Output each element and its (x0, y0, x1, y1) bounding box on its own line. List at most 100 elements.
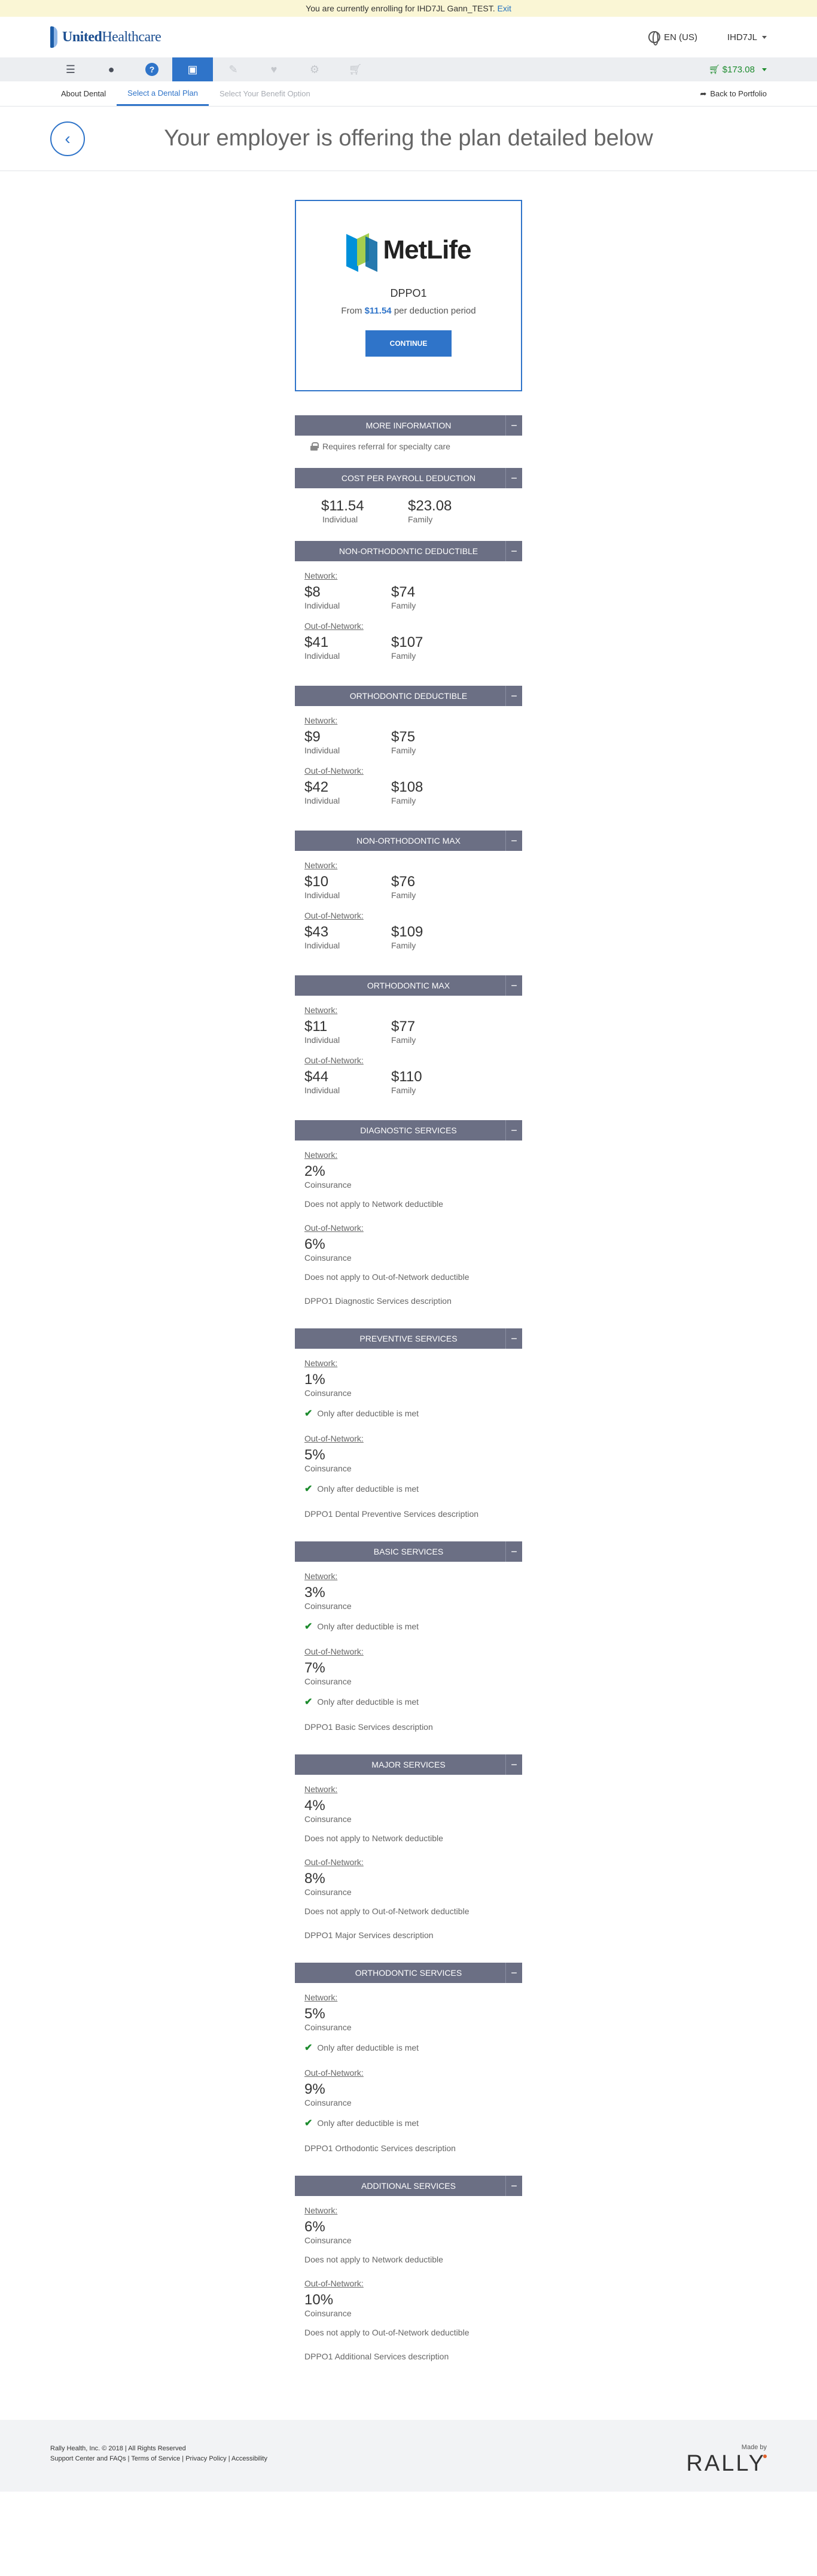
logo-mark-icon (50, 26, 57, 48)
checkmark-icon: ✔ (304, 1622, 313, 1632)
payroll-deduction-section: COST PER PAYROLL DEDUCTION − $11.54 Indiv… (295, 468, 522, 524)
dental-benefits-icon[interactable]: ▣ (172, 57, 213, 81)
section-header[interactable]: MAJOR SERVICES − (295, 1754, 522, 1775)
collapse-icon[interactable]: − (505, 975, 522, 996)
section-header[interactable]: ORTHODONTIC MAX − (295, 975, 522, 996)
more-information-section: MORE INFORMATION − Requires referral for… (295, 415, 522, 451)
collapse-icon[interactable]: − (505, 1541, 522, 1562)
back-button[interactable]: ‹ (50, 121, 85, 156)
exit-link[interactable]: Exit (498, 4, 511, 13)
section-header[interactable]: ORTHODONTIC DEDUCTIBLE − (295, 686, 522, 706)
network-label: Network: (304, 571, 338, 580)
collapse-icon[interactable]: − (505, 1754, 522, 1775)
collapse-icon[interactable]: − (505, 2176, 522, 2196)
service-section: ORTHODONTIC SERVICES − Network: 5% Coinsuran… (295, 1963, 522, 2159)
network-individual-amount: $10 (304, 874, 329, 890)
oon-family-amount: $110 (391, 1069, 422, 1085)
language-selector[interactable]: EN (US) (648, 31, 697, 45)
amount-section: NON-ORTHODONTIC MAX − Network: $10 Individua… (295, 831, 522, 959)
page-header: ‹ Your employer is offering the plan det… (0, 107, 817, 171)
out-of-network-label: Out-of-Network: (304, 2279, 364, 2288)
chevron-left-icon: ‹ (65, 129, 71, 148)
back-to-portfolio-link[interactable]: ➦ Back to Portfolio (700, 81, 767, 106)
top-header: UnitedHealthcare EN (US) IHD7JL (0, 17, 817, 57)
tab-select-dental-plan[interactable]: Select a Dental Plan (117, 81, 209, 106)
out-of-network-label: Out-of-Network: (304, 2068, 364, 2078)
network-note: Does not apply to Network deductible (304, 1199, 443, 1209)
oon-note: Does not apply to Out-of-Network deducti… (304, 2328, 470, 2337)
collapse-icon[interactable]: − (505, 686, 522, 706)
oon-family-amount: $107 (391, 634, 423, 650)
network-family-amount: $76 (391, 874, 416, 890)
referral-note: Requires referral for specialty care (304, 442, 513, 451)
heart-icon: ♥ (270, 63, 278, 75)
cart-total-button[interactable]: 🛒︎ $173.08 (709, 64, 767, 75)
settings-icon: ⚙ (309, 63, 320, 75)
section-header[interactable]: PREVENTIVE SERVICES − (295, 1328, 522, 1349)
collapse-icon[interactable]: − (505, 831, 522, 851)
oon-individual-amount: $44 (304, 1069, 329, 1085)
network-family-amount: $74 (391, 584, 416, 600)
network-label: Network: (304, 1784, 338, 1794)
out-of-network-label: Out-of-Network: (304, 766, 364, 775)
section-header[interactable]: BASIC SERVICES − (295, 1541, 522, 1562)
lock-icon (310, 442, 319, 451)
checkmark-icon: ✔ (304, 1409, 313, 1419)
network-label: Network: (304, 1358, 338, 1368)
section-header[interactable]: MORE INFORMATION − (295, 415, 522, 436)
section-header[interactable]: DIAGNOSTIC SERVICES − (295, 1120, 522, 1141)
section-header[interactable]: NON-ORTHODONTIC MAX − (295, 831, 522, 851)
service-description: DPPO1 Diagnostic Services description (304, 1296, 452, 1306)
network-coinsurance: 6% (304, 2219, 325, 2235)
collapse-icon[interactable]: − (505, 1120, 522, 1141)
edit-icon: ✎ (228, 63, 238, 75)
collapse-icon[interactable]: − (505, 1328, 522, 1349)
oon-note: Does not apply to Out-of-Network deducti… (304, 1272, 470, 1282)
help-icon[interactable]: ? (132, 57, 172, 81)
oon-individual-amount: $42 (304, 779, 329, 795)
collapse-icon[interactable]: − (505, 415, 522, 436)
metlife-mark-icon (346, 233, 380, 272)
collapse-icon[interactable]: − (505, 468, 522, 488)
section-header[interactable]: NON-ORTHODONTIC DEDUCTIBLE − (295, 541, 522, 561)
oon-coinsurance: 10% (304, 2292, 334, 2308)
amount-section: NON-ORTHODONTIC DEDUCTIBLE − Network: $8 Ind… (295, 541, 522, 669)
checkmark-icon: ✔ (304, 1484, 313, 1494)
plan-details: MetLife DPPO1 From $11.54 per deduction … (295, 171, 522, 2420)
checkmark-icon: ✔ (304, 2118, 313, 2128)
person-icon[interactable]: ● (91, 57, 132, 81)
network-note: ✔ Only after deductible is met (304, 2043, 419, 2053)
network-coinsurance: 4% (304, 1798, 325, 1814)
amount-section: ORTHODONTIC DEDUCTIBLE − Network: $9 Individ… (295, 686, 522, 814)
footer-links[interactable]: Support Center and FAQs | Terms of Servi… (50, 2454, 267, 2464)
service-description: DPPO1 Basic Services description (304, 1722, 433, 1732)
network-coinsurance: 1% (304, 1371, 325, 1388)
service-section: MAJOR SERVICES − Network: 4% Coinsurance Does… (295, 1754, 522, 1946)
page-title: Your employer is offering the plan detai… (164, 126, 653, 151)
enrollment-text: You are currently enrolling for IHD7JL G… (306, 4, 495, 13)
user-label: IHD7JL (727, 32, 757, 42)
menu-icon[interactable]: ☰ (50, 57, 91, 81)
made-by-label: Made by (741, 2444, 767, 2451)
section-header[interactable]: COST PER PAYROLL DEDUCTION − (295, 468, 522, 488)
tab-about-dental[interactable]: About Dental (50, 81, 117, 106)
oon-coinsurance: 8% (304, 1871, 325, 1887)
plan-card: MetLife DPPO1 From $11.54 per deduction … (295, 200, 522, 391)
collapse-icon[interactable]: − (505, 1963, 522, 1983)
share-arrow-icon: ➦ (700, 89, 707, 98)
plan-name: DPPO1 (390, 287, 427, 299)
collapse-icon[interactable]: − (505, 541, 522, 561)
section-header[interactable]: ADDITIONAL SERVICES − (295, 2176, 522, 2196)
out-of-network-label: Out-of-Network: (304, 621, 364, 631)
network-coinsurance: 3% (304, 1584, 325, 1601)
user-menu[interactable]: IHD7JL (727, 32, 767, 42)
network-family-amount: $75 (391, 729, 416, 745)
continue-button[interactable]: CONTINUE (365, 330, 452, 357)
out-of-network-label: Out-of-Network: (304, 1857, 364, 1867)
section-header[interactable]: ORTHODONTIC SERVICES − (295, 1963, 522, 1983)
network-coinsurance: 5% (304, 2006, 325, 2022)
unitedhealthcare-logo[interactable]: UnitedHealthcare (50, 26, 161, 48)
network-family-amount: $77 (391, 1018, 416, 1035)
oon-coinsurance: 6% (304, 1236, 325, 1252)
network-label: Network: (304, 716, 338, 725)
